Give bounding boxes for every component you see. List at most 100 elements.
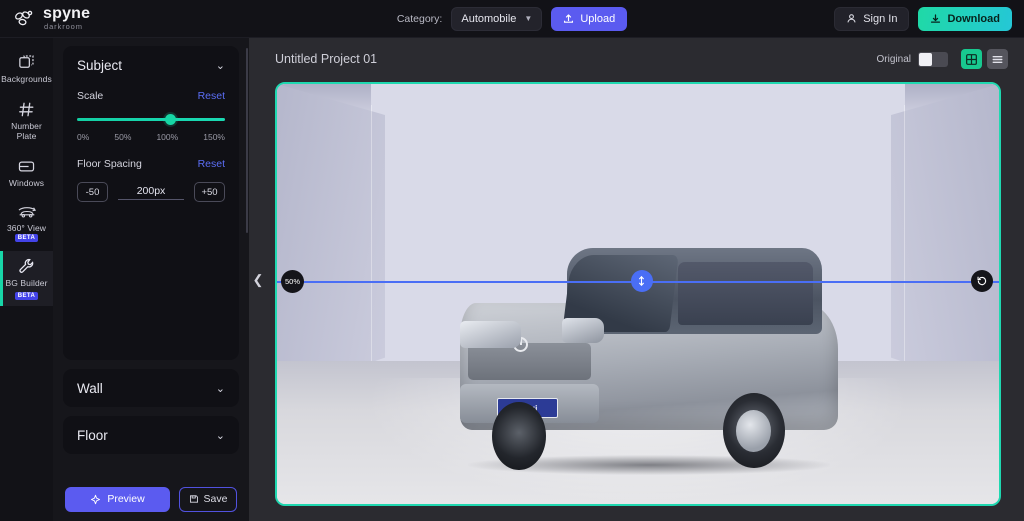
sidebar-item-label: BG Builder [5, 278, 48, 289]
download-button[interactable]: Download [918, 6, 1012, 31]
sidebar-item-windows[interactable]: Windows [0, 150, 53, 196]
floor-spacing-stepper: -50 200px +50 [77, 182, 225, 202]
panel-scrollbar[interactable] [245, 48, 248, 233]
horizon-move-handle[interactable] [630, 270, 653, 293]
upload-icon [563, 13, 574, 24]
vehicle-headlight-left [459, 320, 522, 348]
vehicle-headlight-right [562, 318, 604, 344]
floor-spacing-reset-link[interactable]: Reset [198, 158, 225, 170]
brand-logo[interactable]: spyne darkroom [0, 6, 250, 31]
brand-subtitle: darkroom [44, 22, 83, 32]
view-mode-buttons [961, 49, 1008, 69]
scale-tick: 100% [156, 132, 179, 142]
panel-action-bar: Preview Save [53, 477, 249, 521]
floor-spacing-label: Floor Spacing [77, 158, 142, 170]
section-floor: Floor ⌄ [63, 416, 239, 454]
section-title: Floor [77, 427, 108, 443]
vehicle-front-wheel [492, 402, 546, 471]
upload-button[interactable]: Upload [551, 6, 628, 31]
section-floor-header[interactable]: Floor ⌄ [63, 416, 239, 454]
chevron-down-icon: ▼ [524, 14, 533, 23]
panel-collapse-button[interactable]: ❮ [250, 256, 266, 304]
scale-tick: 50% [114, 132, 132, 142]
top-bar: spyne darkroom Category: Automobile ▼ Up… [0, 0, 1024, 38]
download-label: Download [947, 12, 1000, 25]
category-controls: Category: Automobile ▼ Upload [396, 6, 628, 31]
brand-logo-text: spyne darkroom [43, 6, 90, 31]
rotate-ccw-reset-icon [976, 275, 988, 287]
sidebar-item-bg-builder[interactable]: BG Builder BETA [0, 251, 53, 306]
vehicle-grille [467, 343, 592, 380]
preview-button-label: Preview [107, 493, 145, 505]
vehicle-rear-wheel [722, 393, 785, 469]
floor-spacing-value-input[interactable]: 200px [118, 185, 184, 200]
original-toggle-label: Original [876, 53, 911, 65]
room-seam-left [370, 105, 372, 366]
category-label: Category: [396, 12, 443, 25]
list-view-icon [991, 53, 1004, 66]
grid-view-button[interactable] [961, 49, 982, 69]
project-title[interactable]: Untitled Project 01 [275, 52, 377, 66]
user-icon [846, 13, 857, 24]
category-selected-value: Automobile [461, 12, 517, 25]
section-title: Subject [77, 57, 123, 73]
upload-button-label: Upload [580, 12, 616, 25]
save-button[interactable]: Save [179, 486, 237, 512]
sidebar-item-360-view[interactable]: 360° View BETA [0, 198, 53, 250]
section-subject-body: Scale Reset 0% 50% 100% 150% Floor Spaci… [63, 90, 239, 360]
sidebar-item-360-text: 360° View [6, 222, 47, 233]
scale-slider-thumb[interactable] [165, 113, 177, 125]
sidebar-item-backgrounds[interactable]: Backgrounds [0, 46, 53, 92]
hash-number-plate-icon [17, 100, 36, 119]
floor-spacing-decrement-button[interactable]: -50 [77, 182, 108, 202]
category-dropdown[interactable]: Automobile ▼ [451, 6, 543, 31]
backgrounds-frame-icon [17, 53, 36, 72]
scale-slider-track [77, 117, 225, 121]
section-subject: Subject ⌄ Scale Reset 0% 50% 100% 150% F… [63, 46, 239, 360]
download-icon [930, 13, 941, 24]
sparkle-icon [90, 494, 101, 505]
sign-in-label: Sign In [863, 12, 898, 25]
floor-spacing-row-header: Floor Spacing Reset [77, 158, 225, 170]
scale-tick: 0% [77, 132, 90, 142]
scale-slider[interactable] [77, 113, 225, 125]
room-left-wall [277, 84, 386, 395]
left-sidebar: Backgrounds Number Plate Windows 360° Vi… [0, 38, 53, 521]
chevron-down-icon[interactable]: ⌄ [216, 382, 225, 395]
properties-panel: Subject ⌄ Scale Reset 0% 50% 100% 150% F… [53, 38, 249, 521]
original-toggle-switch[interactable] [918, 51, 948, 67]
stage-tool-group: Original [877, 49, 1008, 69]
preview-button[interactable]: Preview [65, 486, 170, 512]
stage-toolbar: Untitled Project 01 Original [249, 38, 1024, 80]
section-subject-header[interactable]: Subject ⌄ [63, 46, 239, 84]
sidebar-item-label: 360° View BETA [2, 222, 51, 244]
scale-row-header: Scale Reset [77, 90, 225, 102]
sign-in-button[interactable]: Sign In [834, 6, 910, 31]
properties-panel-scroll: Subject ⌄ Scale Reset 0% 50% 100% 150% F… [53, 38, 249, 477]
scale-reset-link[interactable]: Reset [198, 90, 225, 102]
windows-panel-icon [17, 157, 36, 176]
image-canvas[interactable]: karvi 50% [275, 82, 1001, 506]
toggle-knob [919, 52, 932, 66]
floppy-disk-icon [189, 494, 199, 504]
scale-label: Scale [77, 90, 104, 102]
wrench-tool-icon [17, 257, 36, 276]
spyne-flower-logo-icon [14, 10, 36, 28]
chevron-down-icon[interactable]: ⌄ [216, 59, 225, 72]
chevron-left-icon: ❮ [252, 272, 264, 287]
vehicle-side-glass [677, 261, 814, 326]
floor-spacing-increment-button[interactable]: +50 [194, 182, 225, 202]
room-seam-right [904, 105, 906, 366]
list-view-button[interactable] [987, 49, 1008, 69]
chevron-down-icon[interactable]: ⌄ [216, 429, 225, 442]
vertical-move-arrows-icon [636, 275, 647, 287]
beta-badge: BETA [14, 233, 39, 243]
section-wall-header[interactable]: Wall ⌄ [63, 369, 239, 407]
sidebar-item-number-plate[interactable]: Number Plate [0, 94, 53, 148]
save-button-label: Save [203, 493, 228, 505]
scale-tick: 150% [203, 132, 225, 142]
section-filler [77, 202, 225, 344]
scale-slider-ticks: 0% 50% 100% 150% [77, 132, 225, 142]
sidebar-item-label: Windows [8, 177, 45, 188]
section-wall: Wall ⌄ [63, 369, 239, 407]
